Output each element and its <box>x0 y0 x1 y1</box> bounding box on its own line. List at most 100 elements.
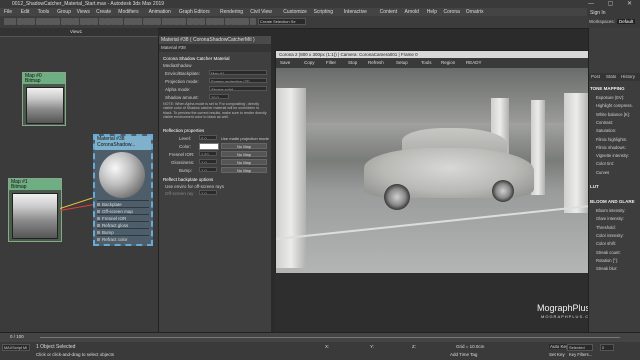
menu-item[interactable]: Create <box>96 9 111 15</box>
toolbar-tool-icon[interactable] <box>130 18 136 25</box>
toolbar-tool-icon[interactable] <box>111 18 118 25</box>
toolbar-tool-icon[interactable] <box>92 18 99 25</box>
post-section-header[interactable]: TONE MAPPING <box>590 86 625 91</box>
bump-map-button[interactable]: No Map <box>221 167 267 173</box>
vfb-toolbar-button[interactable]: Region <box>441 60 455 65</box>
menu-item[interactable]: Graph Editors <box>179 9 210 15</box>
shadow-amount-spinner[interactable]: 10.0 <box>209 94 229 99</box>
menu-item[interactable]: Arnold <box>405 9 419 15</box>
vfb-toolbar-button[interactable]: Stop <box>348 60 357 65</box>
toolbar-tool-icon[interactable] <box>186 18 193 25</box>
toolbar-tool-icon[interactable] <box>199 18 206 25</box>
vfb-toolbar-button[interactable]: Filter <box>326 60 336 65</box>
toolbar-tool-icon[interactable] <box>136 18 143 25</box>
menu-item[interactable]: Animation <box>149 9 171 15</box>
menu-item[interactable]: Content <box>380 9 398 15</box>
toolbar-tool-icon[interactable] <box>29 18 36 25</box>
tab-view1[interactable]: View1 <box>70 29 82 34</box>
toolbar-tool-icon[interactable] <box>79 18 86 25</box>
toolbar-tool-icon[interactable] <box>243 18 250 25</box>
use-enviro-checkbox[interactable]: Use enviro for off-screen rays <box>165 184 224 189</box>
key-mode-dropdown[interactable]: Selected <box>567 344 593 351</box>
toolbar-tool-icon[interactable] <box>180 18 187 25</box>
slot-socket-icon[interactable] <box>97 231 100 235</box>
toolbar-tool-icon[interactable] <box>193 18 199 25</box>
slot-socket-icon[interactable] <box>97 224 100 228</box>
post-section-header[interactable]: LUT <box>590 184 599 189</box>
post-section-header[interactable]: BLOOM AND GLARE <box>590 199 635 204</box>
vfb-toolbar-button[interactable]: Setup <box>396 60 408 65</box>
vfb-toolbar-button[interactable]: READY <box>466 60 482 65</box>
vfb-toolbar-button[interactable]: Copy <box>304 60 315 65</box>
toolbar-tool-icon[interactable] <box>237 18 244 25</box>
slot-socket-icon[interactable] <box>97 210 100 214</box>
alpha-dropdown[interactable]: Always solid <box>209 86 267 91</box>
toolbar-tool-icon[interactable] <box>211 18 218 25</box>
toolbar-tool-icon[interactable] <box>98 18 105 25</box>
toolbar-tool-icon[interactable] <box>10 18 17 25</box>
corona-vfb-window[interactable]: Corona 2 (800 x 300px (1:1)) | Camera: C… <box>275 50 590 275</box>
color-map-button[interactable]: No Map <box>221 143 267 149</box>
toolbar-tool-icon[interactable] <box>60 18 67 25</box>
menu-item[interactable]: Interactive <box>344 9 367 15</box>
bump-spinner[interactable]: 1.0 <box>199 167 217 172</box>
toolbar-tool-icon[interactable] <box>161 18 168 25</box>
menu-item[interactable]: Rendering <box>220 9 243 15</box>
toolbar-tool-icon[interactable] <box>35 18 42 25</box>
toolbar-tool-icon[interactable] <box>230 18 237 25</box>
toolbar-tool-icon[interactable] <box>4 18 10 25</box>
toolbar-tool-icon[interactable] <box>148 18 155 25</box>
post-tab[interactable]: Stats <box>606 74 616 79</box>
bitmap-node[interactable]: Map #1 Bitmap <box>8 178 62 242</box>
toolbar-tool-icon[interactable] <box>48 18 55 25</box>
menu-item[interactable]: Views <box>77 9 90 15</box>
set-key-button[interactable]: Set Key <box>549 352 565 357</box>
material-node[interactable]: Material #38 CoronaShadow... Backplate Off… <box>93 134 153 246</box>
vfb-toolbar-button[interactable]: Refresh <box>368 60 384 65</box>
toolbar-tool-icon[interactable] <box>155 18 162 25</box>
toolbar-tool-icon[interactable] <box>142 18 149 25</box>
gloss-map-button[interactable]: No Map <box>221 159 267 165</box>
slot-socket-icon[interactable] <box>97 238 100 242</box>
fresnel-spinner[interactable]: 1.52 <box>199 151 217 156</box>
menu-item[interactable]: Scripting <box>314 9 333 15</box>
timeline-track[interactable] <box>40 337 620 338</box>
menu-item[interactable]: Modifiers <box>118 9 138 15</box>
toolbar-tool-icon[interactable] <box>73 18 80 25</box>
toolbar-tool-icon[interactable] <box>41 18 48 25</box>
toolbar-tool-icon[interactable] <box>104 18 111 25</box>
use-matte-checkbox[interactable]: Use matte projection mode <box>221 136 269 141</box>
maxscript-listener[interactable]: MAXScript Mi <box>2 344 30 351</box>
level-spinner[interactable]: 0.0 <box>199 135 217 140</box>
menu-item[interactable]: Customize <box>283 9 307 15</box>
toolbar-tool-icon[interactable] <box>123 18 130 25</box>
menu-item[interactable]: Civil View <box>250 9 272 15</box>
vfb-toolbar-button[interactable]: Tools <box>421 60 432 65</box>
color-swatch[interactable] <box>199 143 219 150</box>
menu-item[interactable]: Help <box>427 9 437 15</box>
toolbar-tool-icon[interactable] <box>117 18 124 25</box>
toolbar-tool-icon[interactable] <box>54 18 61 25</box>
toolbar-tool-icon[interactable] <box>167 18 174 25</box>
rollout-title[interactable]: Corona Shadow Catcher Material <box>163 56 230 61</box>
material-slot[interactable]: Refract color <box>97 235 149 243</box>
menu-item[interactable]: Group <box>57 9 71 15</box>
gloss-spinner[interactable]: 1.0 <box>199 159 217 164</box>
add-time-tag[interactable]: Add Time Tag <box>450 352 477 357</box>
sign-in-link[interactable]: Sign In <box>590 10 606 16</box>
toolbar-tool-icon[interactable] <box>22 18 29 25</box>
toolbar-tool-icon[interactable] <box>224 18 231 25</box>
toolbar-tool-icon[interactable] <box>85 18 92 25</box>
enviro-map-button[interactable]: Map #1 (plush_garage_map.jpg) <box>209 70 267 75</box>
toolbar-tool-icon[interactable] <box>218 18 225 25</box>
window-controls[interactable]: — ▢ ✕ <box>588 0 638 7</box>
menu-item[interactable]: File <box>4 9 12 15</box>
workspace-dropdown[interactable]: Default <box>617 19 636 24</box>
material-name-field[interactable]: Material #38 <box>159 44 271 52</box>
menu-item[interactable]: Tools <box>38 9 50 15</box>
slot-socket-icon[interactable] <box>97 203 100 207</box>
toolbar-tool-icon[interactable] <box>205 18 212 25</box>
offscreen-ray-spinner[interactable]: 1.0 <box>199 190 217 195</box>
toolbar-tool-icon[interactable] <box>174 18 181 25</box>
menu-item[interactable]: Corona <box>444 9 460 15</box>
